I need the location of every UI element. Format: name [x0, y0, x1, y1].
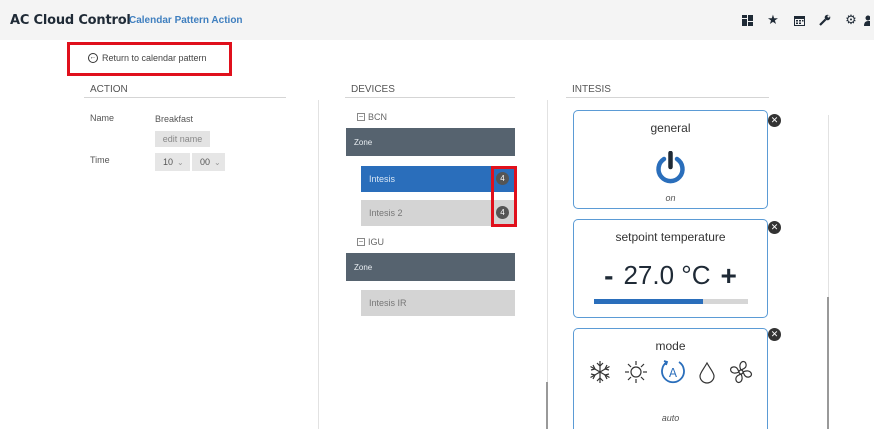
action-heading: ACTION: [90, 84, 128, 95]
setpoint-card: setpoint temperature - 27.0 °C +: [573, 219, 768, 318]
zone-bar-igu[interactable]: Zone: [346, 253, 515, 281]
column-divider: [318, 100, 319, 429]
snowflake-icon[interactable]: [587, 359, 613, 385]
back-arrow-icon: ←: [88, 53, 98, 63]
chevron-down-icon: ⌄: [214, 157, 221, 167]
setpoint-slider-fill: [594, 299, 704, 304]
time-label: Time: [90, 155, 110, 165]
top-bar: AC Cloud Control - Calendar Pattern Acti…: [0, 0, 874, 40]
increase-temp-button[interactable]: +: [720, 261, 736, 290]
name-value: Breakfast: [155, 114, 194, 124]
badge-highlight: [491, 166, 517, 227]
setpoint-value: 27.0 °C: [623, 260, 711, 290]
mode-state: auto: [661, 413, 680, 423]
edit-name-button[interactable]: edit name: [155, 131, 210, 147]
minute-value: 00: [200, 157, 211, 167]
devices-scrollbar[interactable]: [546, 382, 548, 429]
page-title: Calendar Pattern Action: [129, 15, 243, 26]
group-bcn-label: BCN: [368, 112, 388, 122]
collapse-icon: −: [357, 237, 365, 246]
close-icon[interactable]: ✕: [768, 114, 781, 127]
decrease-temp-button[interactable]: -: [604, 261, 613, 290]
app-brand[interactable]: AC Cloud Control: [10, 13, 131, 28]
setpoint-slider[interactable]: [594, 299, 748, 304]
mode-options: A: [574, 358, 767, 386]
device-label: Intesis 2: [369, 208, 403, 218]
gear-icon[interactable]: ⚙: [838, 11, 864, 29]
sun-icon[interactable]: [623, 359, 649, 385]
intesis-heading: INTESIS: [572, 84, 611, 95]
mode-title: mode: [655, 339, 686, 353]
minute-select[interactable]: 00 ⌄: [192, 153, 225, 171]
wrench-icon[interactable]: [812, 11, 838, 29]
intesis-scrollbar[interactable]: [827, 297, 829, 429]
zone-bar-bcn[interactable]: Zone: [346, 128, 515, 156]
dashboard-icon[interactable]: [734, 11, 760, 29]
hour-select[interactable]: 10 ⌄: [155, 153, 190, 171]
group-igu[interactable]: − IGU: [357, 237, 384, 247]
collapse-icon: −: [357, 112, 365, 121]
return-link-label: Return to calendar pattern: [102, 53, 207, 63]
setpoint-control: - 27.0 °C +: [574, 260, 767, 291]
user-icon[interactable]: [864, 11, 874, 29]
device-label: Intesis: [369, 174, 396, 184]
column-divider: [547, 100, 548, 429]
chevron-down-icon: ⌄: [177, 157, 184, 167]
devices-divider: [345, 97, 515, 98]
close-icon[interactable]: ✕: [768, 328, 781, 341]
setpoint-title: setpoint temperature: [615, 230, 726, 244]
group-bcn[interactable]: − BCN: [357, 112, 387, 122]
device-intesis-ir[interactable]: Intesis IR: [361, 290, 515, 316]
auto-mode-icon[interactable]: A: [659, 358, 687, 386]
devices-heading: DEVICES: [351, 84, 395, 95]
drop-icon[interactable]: [697, 360, 717, 384]
title-separator: -: [118, 13, 122, 27]
intesis-divider: [566, 97, 769, 98]
calendar-icon[interactable]: [786, 11, 812, 29]
general-card: general on: [573, 110, 768, 209]
device-label: Intesis IR: [369, 298, 407, 308]
group-igu-label: IGU: [368, 237, 385, 247]
hour-value: 10: [163, 157, 174, 167]
power-state: on: [665, 193, 676, 203]
close-icon[interactable]: ✕: [768, 221, 781, 234]
fan-icon[interactable]: [727, 358, 755, 386]
mode-card: mode A auto: [573, 328, 768, 429]
svg-text:A: A: [668, 366, 677, 380]
action-divider: [84, 97, 286, 98]
star-icon[interactable]: ★: [760, 11, 786, 29]
top-toolbar: ★ ⚙: [734, 11, 874, 29]
power-icon[interactable]: [654, 150, 687, 189]
return-to-calendar-pattern-link[interactable]: ← Return to calendar pattern: [88, 53, 207, 63]
name-label: Name: [90, 113, 115, 123]
general-title: general: [650, 121, 691, 135]
